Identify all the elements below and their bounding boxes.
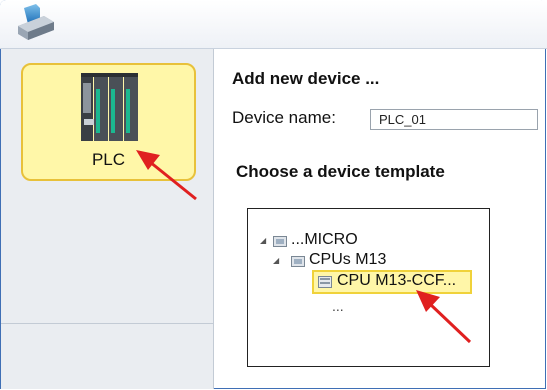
device-name-field[interactable]: PLC_01 (370, 109, 538, 130)
plc-tile[interactable]: PLC (21, 63, 196, 181)
folder-icon (273, 236, 287, 247)
tree-item-cpu-m13-ccf[interactable]: CPU M13-CCF... (337, 272, 456, 290)
tree-item-micro[interactable]: ...MICRO (291, 231, 358, 249)
expand-arrow-icon[interactable]: ◢ (260, 236, 266, 245)
tree-item-more: ... (332, 298, 344, 314)
cpu-module-icon (318, 276, 332, 288)
template-heading: Choose a device template (236, 162, 445, 181)
sidebar-divider (1, 323, 213, 324)
plc-tile-label: PLC (91, 150, 126, 169)
device-name-label: Device name: (232, 108, 336, 127)
add-device-heading: Add new device ... (232, 69, 380, 88)
title-bar (0, 0, 547, 49)
tia-portal-app-icon[interactable] (14, 2, 62, 46)
plc-device-icon (81, 73, 138, 141)
folder-icon (291, 256, 305, 267)
tree-item-cpus-m13[interactable]: CPUs M13 (309, 251, 386, 269)
expand-arrow-icon[interactable]: ◢ (273, 256, 279, 265)
